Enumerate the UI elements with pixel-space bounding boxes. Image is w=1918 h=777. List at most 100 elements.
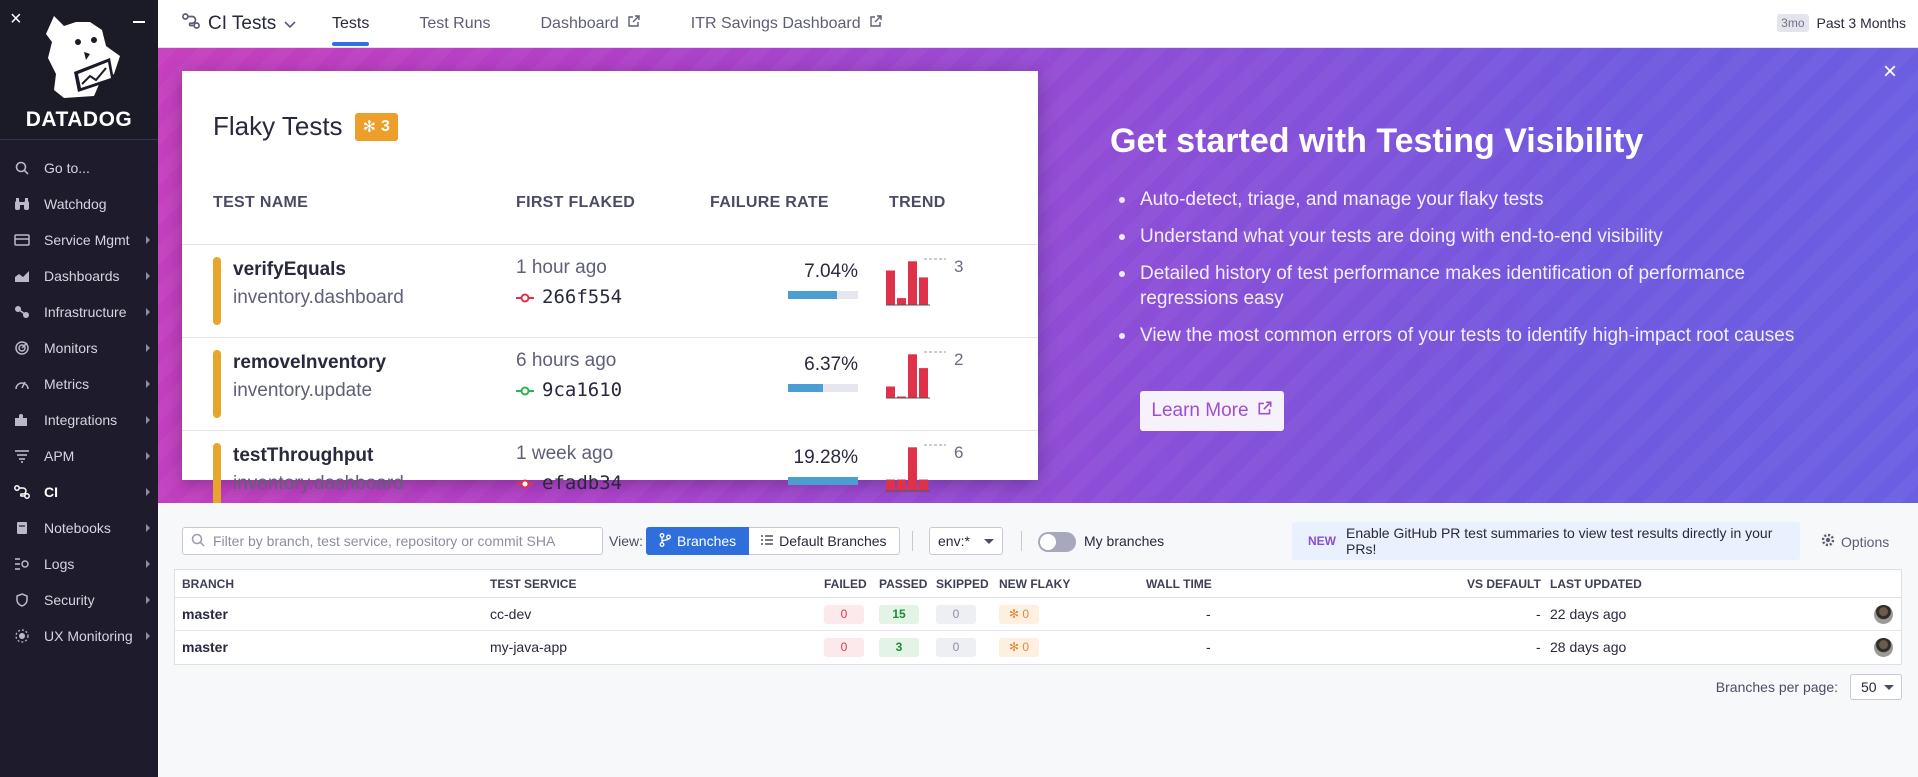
my-branches-toggle[interactable] — [1038, 532, 1076, 552]
sidebar-item-label: Infrastructure — [44, 304, 127, 320]
sidebar-item-label: Dashboards — [44, 268, 120, 284]
top-bar: CI Tests Tests Test Runs Dashboard ITR S… — [158, 0, 1918, 48]
chevron-right-icon — [146, 308, 150, 316]
trend-count: 3 — [954, 257, 964, 276]
minimize-icon[interactable] — [133, 9, 146, 23]
tab-dashboard[interactable]: Dashboard — [540, 0, 640, 48]
flaky-test-row[interactable]: testThroughput inventory.dashboard 1 week … — [182, 430, 1038, 503]
sidebar-item-logs[interactable]: Logs — [0, 546, 158, 582]
sidebar-item-integrations[interactable]: Integrations — [0, 402, 158, 438]
flaky-test-row[interactable]: removeInventory inventory.update 6 hours a… — [182, 337, 1038, 430]
my-branches-label: My branches — [1084, 533, 1165, 549]
avatar — [1874, 605, 1893, 624]
external-link-icon — [627, 14, 641, 33]
sidebar-item-metrics[interactable]: Metrics — [0, 366, 158, 402]
sidebar-item-service-mgmt[interactable]: Service Mgmt — [0, 222, 158, 258]
trend-bar — [908, 447, 917, 491]
sidebar-item-monitors[interactable]: Monitors — [0, 330, 158, 366]
flaky-indicator — [213, 257, 221, 325]
sidebar-item-infrastructure[interactable]: Infrastructure — [0, 294, 158, 330]
column-header: TREND — [889, 194, 946, 211]
table-header: BRANCH TEST SERVICE FAILED PASSED SKIPPE… — [175, 570, 1901, 598]
env-select[interactable]: env:* — [929, 527, 1003, 555]
binoculars-icon — [14, 196, 30, 212]
external-link-icon — [1257, 400, 1273, 422]
view-branches-button[interactable]: Branches — [646, 527, 750, 555]
close-icon[interactable]: × — [1880, 60, 1900, 84]
datadog-logo-icon[interactable] — [34, 12, 126, 104]
app-selector[interactable]: CI Tests — [158, 13, 332, 35]
view-label: View: — [609, 533, 643, 549]
column-header[interactable]: VS DEFAULT — [1467, 570, 1541, 598]
column-header[interactable]: LAST UPDATED — [1550, 570, 1642, 598]
chevron-right-icon — [146, 524, 150, 532]
commit-status-icon — [516, 472, 534, 494]
column-header[interactable]: SKIPPED — [936, 570, 989, 598]
sidebar-item-notebooks[interactable]: Notebooks — [0, 510, 158, 546]
failure-rate-bar — [788, 477, 858, 485]
time-range-label: Past 3 Months — [1816, 15, 1907, 31]
learn-more-button[interactable]: Learn More — [1140, 391, 1284, 431]
avatar — [1874, 638, 1893, 657]
column-header[interactable]: TEST SERVICE — [490, 570, 576, 598]
per-page-label: Branches per page: — [1715, 679, 1838, 695]
trend-chart — [886, 351, 946, 399]
column-header[interactable]: BRANCH — [182, 570, 234, 598]
per-page-select[interactable]: 50 — [1850, 674, 1902, 700]
sidebar-item-ux-monitoring[interactable]: UX Monitoring — [0, 618, 158, 654]
tab-tests[interactable]: Tests — [332, 0, 370, 48]
sidebar-item-security[interactable]: Security — [0, 582, 158, 618]
promo-bullet: Understand what your tests are doing wit… — [1110, 224, 1810, 249]
column-header[interactable]: FAILED — [824, 570, 867, 598]
sidebar-item-label: CI — [44, 484, 58, 500]
close-icon[interactable]: × — [10, 9, 22, 29]
options-label: Options — [1841, 533, 1890, 550]
caret-down-icon — [1884, 685, 1894, 690]
sidebar-item-label: Security — [44, 592, 95, 608]
trend-count: 6 — [954, 443, 964, 462]
failure-rate: 19.28% — [793, 447, 858, 468]
sidebar-item-ci[interactable]: CI — [0, 474, 158, 510]
column-header[interactable]: NEW FLAKY — [999, 570, 1070, 598]
sidebar-item-goto[interactable]: Go to... — [0, 150, 158, 186]
branch-cell: master — [182, 606, 228, 622]
column-header[interactable]: PASSED — [879, 570, 927, 598]
ci-icon — [182, 12, 200, 35]
sidebar-item-apm[interactable]: APM — [0, 438, 158, 474]
sidebar-item-dashboards[interactable]: Dashboards — [0, 258, 158, 294]
failed-count: 0 — [824, 638, 864, 657]
options-button[interactable]: Options — [1821, 533, 1889, 550]
logo-text: DATADOG — [25, 108, 133, 131]
chevron-right-icon — [146, 488, 150, 496]
column-header: TEST NAME — [213, 194, 309, 211]
chevron-right-icon — [146, 560, 150, 568]
commit-sha: efadb34 — [542, 472, 623, 494]
flaky-count: 3 — [380, 117, 390, 135]
tab-itr-savings-dashboard[interactable]: ITR Savings Dashboard — [691, 0, 883, 48]
new-tag: NEW — [1308, 534, 1336, 548]
github-pr-notice[interactable]: NEW Enable GitHub PR test summaries to v… — [1292, 522, 1800, 560]
table-row[interactable]: master my-java-app 0 3 0 ✻ 0 - - 28 days… — [175, 631, 1901, 664]
time-range-selector[interactable]: 3mo Past 3 Months — [1777, 14, 1906, 32]
commit-sha: 9ca1610 — [542, 379, 623, 401]
commit-link[interactable]: efadb34 — [516, 472, 622, 494]
search-input[interactable]: Filter by branch, test service, reposito… — [182, 527, 603, 555]
search-icon — [14, 160, 30, 176]
flaky-indicator — [213, 443, 221, 503]
table-row[interactable]: master cc-dev 0 15 0 ✻ 0 - - 22 days ago — [175, 598, 1901, 631]
promo: Get started with Testing Visibility Auto… — [1110, 122, 1810, 360]
caret-down-icon — [984, 539, 994, 544]
view-default-branches-button[interactable]: Default Branches — [749, 527, 900, 555]
flaky-test-row[interactable]: verifyEquals inventory.dashboard 1 hour ag… — [182, 244, 1038, 337]
commit-link[interactable]: 9ca1610 — [516, 379, 622, 401]
commit-link[interactable]: 266f554 — [516, 286, 622, 308]
service-cell: my-java-app — [490, 639, 568, 655]
sidebar-header: × DATADOG — [0, 0, 158, 140]
commit-status-icon — [516, 379, 534, 401]
column-header[interactable]: WALL TIME — [1146, 570, 1212, 598]
notice-text: Enable GitHub PR test summaries to view … — [1346, 525, 1773, 557]
sidebar-item-watchdog[interactable]: Watchdog — [0, 186, 158, 222]
new-flaky-value: 0 — [1022, 607, 1030, 621]
tab-test-runs[interactable]: Test Runs — [419, 0, 490, 48]
failed-count: 0 — [824, 605, 864, 624]
